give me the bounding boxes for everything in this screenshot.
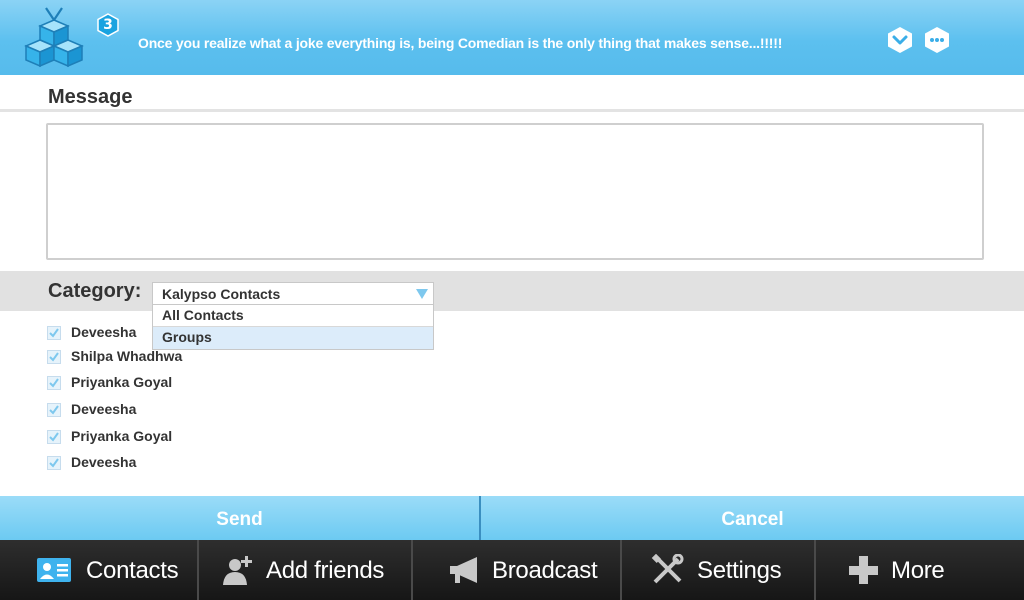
add-person-icon — [223, 556, 252, 585]
contact-card-icon — [37, 558, 71, 582]
contact-name: Deveesha — [71, 454, 137, 470]
dropdown-arrow-icon — [416, 289, 428, 299]
status-message: Once you realize what a joke everything … — [138, 35, 783, 51]
contact-name: Priyanka Goyal — [71, 428, 173, 444]
app-header: 3 Once you realize what a joke everythin… — [0, 0, 1024, 75]
category-selected-value: Kalypso Contacts — [162, 286, 281, 302]
nav-item-add-friends[interactable]: Add friends — [199, 540, 411, 600]
checkbox-checked-icon[interactable] — [47, 350, 61, 364]
send-button[interactable]: Send — [0, 496, 479, 540]
contact-name: Priyanka Goyal — [71, 374, 173, 390]
cube-logo-icon — [24, 7, 84, 68]
nav-label-more: More — [891, 557, 945, 584]
dropdown-option-groups[interactable]: Groups — [153, 327, 433, 349]
app-screen: 3 Once you realize what a joke everythin… — [0, 0, 1024, 600]
dropdown-option-all-contacts[interactable]: All Contacts — [153, 305, 433, 327]
megaphone-icon — [450, 557, 477, 583]
category-select[interactable]: Kalypso Contacts — [152, 282, 434, 305]
category-label: Category: — [48, 280, 142, 302]
nav-item-contacts[interactable]: Contacts — [0, 540, 197, 600]
checkbox-checked-icon[interactable] — [47, 376, 61, 390]
chat-bubble-icon[interactable] — [923, 26, 951, 54]
contact-name: Shilpa Whadhwa — [71, 348, 183, 364]
checkbox-checked-icon[interactable] — [47, 430, 61, 444]
nav-label-broadcast: Broadcast — [492, 557, 598, 584]
nav-item-settings[interactable]: Settings — [622, 540, 814, 600]
notification-count: 3 — [103, 17, 113, 33]
checkbox-checked-icon[interactable] — [47, 456, 61, 470]
bottom-nav: Contacts Add friends Broadcast Settings … — [0, 540, 1024, 600]
divider — [0, 109, 1024, 112]
nav-label-settings: Settings — [697, 557, 782, 584]
cancel-button[interactable]: Cancel — [481, 496, 1024, 540]
nav-item-broadcast[interactable]: Broadcast — [413, 540, 620, 600]
message-input[interactable] — [46, 123, 984, 260]
checkbox-checked-icon[interactable] — [47, 326, 61, 340]
message-title: Message — [48, 86, 133, 108]
contact-name: Deveesha — [71, 401, 137, 417]
nav-item-more[interactable]: More — [816, 540, 1024, 600]
nav-label-add-friends: Add friends — [266, 557, 385, 584]
chevron-down-icon[interactable] — [886, 26, 914, 54]
tools-icon — [651, 554, 684, 584]
nav-label-contacts: Contacts — [86, 557, 179, 584]
contact-name: Deveesha — [71, 324, 137, 340]
plus-icon — [849, 556, 878, 584]
category-dropdown: All Contacts Groups — [152, 304, 434, 350]
action-bar: Send Cancel — [0, 496, 1024, 540]
checkbox-checked-icon[interactable] — [47, 403, 61, 417]
